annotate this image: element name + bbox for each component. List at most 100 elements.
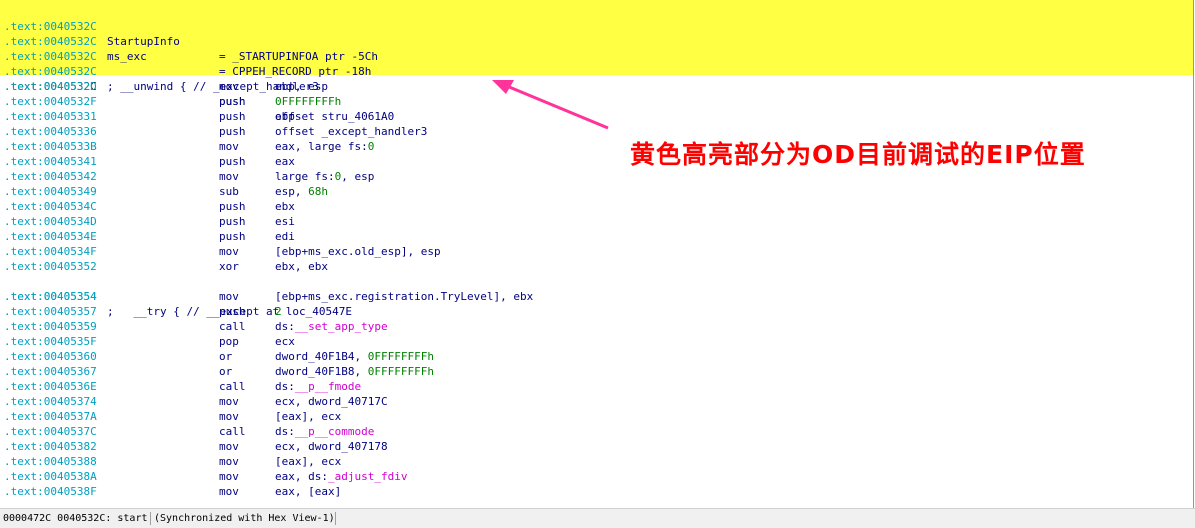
operands[interactable]: ecx — [275, 334, 295, 349]
numeric-literal: 0 — [367, 140, 375, 153]
operands[interactable]: eax, large fs:0 — [275, 139, 374, 154]
operands[interactable]: esp, 68h — [275, 184, 328, 199]
operands[interactable]: dword_40F1B4, 0FFFFFFFFh — [275, 349, 434, 364]
mnemonic: mov — [219, 245, 239, 258]
instruction-line[interactable]: .text:0040535F pop ecx — [0, 334, 1193, 349]
operands[interactable]: [ebp+ms_exc.old_esp], esp — [275, 244, 441, 259]
operands[interactable]: ecx, dword_40717C — [275, 394, 388, 409]
operands[interactable]: esi — [275, 214, 295, 229]
operands[interactable]: ebp, esp — [275, 79, 328, 94]
operands[interactable]: eax — [275, 154, 295, 169]
blank-line[interactable]: .text:0040532C — [0, 34, 1193, 63]
operands[interactable]: ecx, dword_407178 — [275, 439, 388, 454]
address: .text:0040538A — [4, 470, 97, 483]
instruction-line[interactable]: .text:00405342 mov large fs:0, esp — [0, 169, 1193, 184]
operands[interactable]: [ebp+ms_exc.registration.TryLevel], ebx — [275, 289, 533, 304]
mnemonic: sub — [219, 185, 239, 198]
status-position: 0000472C 0040532C: start — [3, 513, 148, 524]
instruction-line[interactable]: .text:0040537C call ds:__p__commode — [0, 424, 1193, 439]
instruction-line[interactable]: .text:00405359 call ds:__set_app_type — [0, 319, 1193, 334]
stack-var-line[interactable]: .text:0040532C ms_exc = CPPEH_RECORD ptr… — [0, 19, 1193, 78]
mnemonic: mov — [219, 395, 239, 408]
status-sync: (Synchronized with Hex View-1) — [154, 513, 335, 524]
mnemonic: mov — [219, 470, 239, 483]
operands[interactable]: offset _except_handler3 — [275, 124, 427, 139]
address: .text:0040535F — [4, 335, 97, 348]
operands[interactable]: 2 — [275, 304, 282, 319]
operands[interactable]: ebx, ebx — [275, 259, 328, 274]
operands[interactable]: ds:__p__commode — [275, 424, 374, 439]
address: .text:0040534F — [4, 245, 97, 258]
mnemonic: mov — [219, 410, 239, 423]
instruction-line[interactable]: .text:00405367 or dword_40F1B8, 0FFFFFFFFh — [0, 364, 1193, 379]
numeric-literal: 0FFFFFFFFh — [367, 350, 434, 363]
address: .text:00405388 — [4, 455, 97, 468]
mnemonic: mov — [219, 170, 239, 183]
instruction-line[interactable]: .text:00405374 mov ecx, dword_40717C — [0, 394, 1193, 409]
operands[interactable]: large fs:0, esp — [275, 169, 374, 184]
operand-prefix: eax, ds: — [275, 470, 328, 483]
numeric-literal: 0FFFFFFFFh — [367, 365, 434, 378]
address: .text:00405357 — [4, 305, 97, 318]
instruction-line[interactable]: .text:00405388 mov [eax], ecx — [0, 454, 1193, 469]
address: .text:00405360 — [4, 350, 97, 363]
address: .text:0040537C — [4, 425, 97, 438]
instruction-line[interactable]: .text:0040534C push ebx — [0, 199, 1193, 214]
instruction-line[interactable]: .text:0040534F mov [ebp+ms_exc.old_esp], e… — [0, 244, 1193, 259]
address: .text:00405336 — [4, 125, 97, 138]
instruction-line[interactable]: .text:00405354 mov [ebp+ms_exc.registratio… — [0, 289, 1193, 304]
operands[interactable]: edi — [275, 229, 295, 244]
operands[interactable]: eax, [eax] — [275, 484, 341, 499]
instruction-line[interactable]: .text:0040534E push edi — [0, 229, 1193, 244]
address: .text:0040534C — [4, 200, 97, 213]
instruction-line[interactable]: .text:00405352 xor ebx, ebx — [0, 259, 1193, 274]
address: .text:0040532D — [4, 80, 97, 93]
address: .text:00405341 — [4, 155, 97, 168]
import-reference[interactable]: __p__commode — [295, 425, 374, 438]
numeric-literal: 68h — [308, 185, 328, 198]
import-reference[interactable]: __p__fmode — [295, 380, 361, 393]
mnemonic: mov — [219, 290, 239, 303]
operands[interactable]: offset stru_4061A0 — [275, 109, 394, 124]
import-reference[interactable]: __set_app_type — [295, 320, 388, 333]
mnemonic: push — [219, 125, 246, 138]
stack-var-line[interactable]: .text:0040532C StartupInfo = _STARTUPINF… — [0, 4, 1193, 63]
address: .text:00405349 — [4, 185, 97, 198]
mnemonic: mov — [219, 80, 239, 93]
import-reference[interactable]: _adjust_fdiv — [328, 470, 407, 483]
operands[interactable]: ds:__set_app_type — [275, 319, 388, 334]
mnemonic: push — [219, 230, 246, 243]
mnemonic: or — [219, 365, 233, 378]
instruction-line[interactable]: .text:0040534D push esi — [0, 214, 1193, 229]
operands[interactable]: eax, ds:_adjust_fdiv — [275, 469, 407, 484]
operands[interactable]: [eax], ecx — [275, 409, 341, 424]
instruction-line[interactable]: .text:0040536E call ds:__p__fmode — [0, 379, 1193, 394]
address: .text:00405374 — [4, 395, 97, 408]
mnemonic: push — [219, 95, 246, 108]
instruction-line[interactable]: .text:00405349 sub esp, 68h — [0, 184, 1193, 199]
try-comment-line[interactable]: .text:00405354 ; __try { // __except at … — [0, 274, 1193, 318]
instruction-line[interactable]: .text:0040537A mov [eax], ecx — [0, 409, 1193, 424]
operands[interactable]: ebx — [275, 199, 295, 214]
numeric-literal: 0 — [334, 170, 342, 183]
mnemonic: push — [219, 215, 246, 228]
mnemonic: call — [219, 380, 246, 393]
address: .text:00405359 — [4, 320, 97, 333]
operands[interactable]: ds:__p__fmode — [275, 379, 361, 394]
operands[interactable]: 0FFFFFFFFh — [275, 94, 341, 109]
address: .text:00405342 — [4, 170, 97, 183]
instruction-line[interactable]: .text:00405357 push 2 — [0, 304, 1193, 319]
instruction-line[interactable]: .text:00405360 or dword_40F1B4, 0FFFFFFFFh — [0, 349, 1193, 364]
status-divider — [335, 512, 336, 525]
unwind-comment-line[interactable]: .text:0040532C ; __unwind { // _except_h… — [0, 49, 1193, 93]
mnemonic: mov — [219, 440, 239, 453]
mnemonic: push — [219, 155, 246, 168]
address: .text:0040538F — [4, 485, 97, 498]
operands[interactable]: [eax], ecx — [275, 454, 341, 469]
instruction-line[interactable]: .text:00405382 mov ecx, dword_407178 — [0, 439, 1193, 454]
operands[interactable]: dword_40F1B8, 0FFFFFFFFh — [275, 364, 434, 379]
address: .text:0040532F — [4, 95, 97, 108]
instruction-line[interactable]: .text:0040538A mov eax, ds:_adjust_fdiv — [0, 469, 1193, 484]
annotation-text: 黄色高亮部分为OD目前调试的EIP位置 — [630, 140, 1086, 169]
instruction-line[interactable]: .text:0040538F mov eax, [eax] — [0, 484, 1193, 499]
